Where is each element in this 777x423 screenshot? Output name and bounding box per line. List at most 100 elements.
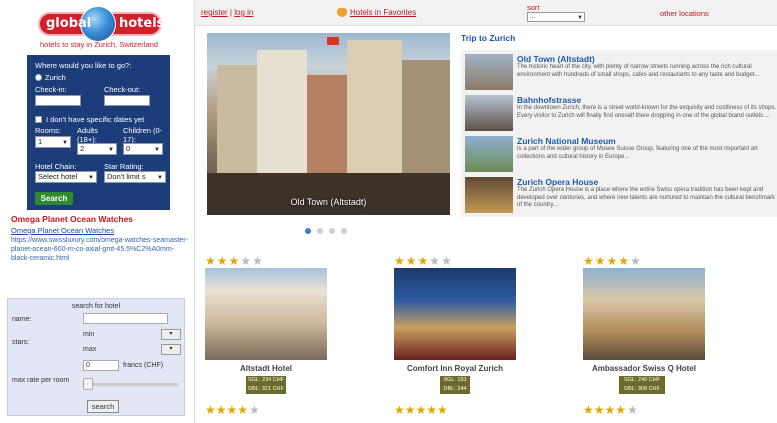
trip-item[interactable]: Zurich National Museum Is a part of the … [465,134,775,172]
nodates-checkbox[interactable]: I don't have specific dates yet [35,115,144,124]
rating-select[interactable]: Don't limit s ▼ [104,171,166,183]
search-panel: Where would you like to go?: Zurich Chec… [27,55,170,210]
tagline: hotels to stay in Zurich, Switzerland [40,40,158,49]
login-link[interactable]: log in [234,8,253,17]
adults-select[interactable]: 2 ▼ [77,143,117,155]
slide-dot[interactable] [341,228,347,234]
slide-dot[interactable] [317,228,323,234]
filter-max-label: max [83,346,97,353]
star-icon: ★★★★★ [394,403,448,417]
trip-item[interactable]: Old Town (Altstadt) The historic heart o… [465,52,775,90]
filter-name-input[interactable] [83,313,168,324]
max-rate-input[interactable]: 0 [83,360,119,371]
building-shape [257,50,307,175]
radio-icon[interactable] [35,74,42,81]
hotel-price: SGL: 234 CHF DBL: 321 CHF [246,376,286,394]
star-icon: ★ [627,403,638,417]
chevron-down-icon: ▼ [88,175,94,181]
children-select[interactable]: 0 ▼ [123,143,163,155]
hotel-price: SGL: 240 CHF DBL: 309 CHF [619,376,665,394]
trip-item-desc: Is a part of the wider group of Musee Su… [517,146,758,160]
slide-dots [305,228,347,234]
star-rating: ★★★★★ [205,255,263,267]
double-price: DBL: 244 [443,386,467,392]
trip-item-name[interactable]: Zurich Opera House [517,177,598,187]
checkbox-icon[interactable] [35,116,42,123]
chevron-down-icon: ▼ [157,175,163,181]
hotel-name[interactable]: Comfort Inn Royal Zurich [394,364,516,373]
single-price: SGL: 153 [443,377,467,383]
star-icon: ★ [429,254,441,268]
other-locations-link[interactable]: other locations [660,9,709,18]
star-rating: ★★★★★ [583,404,638,416]
destination-radio[interactable]: Zurich [35,73,66,82]
rate-slider[interactable] [83,378,178,390]
slide-dot[interactable] [329,228,335,234]
chain-select[interactable]: Select hotel ▼ [35,171,97,183]
heart-icon [337,8,347,17]
link-separator: | [229,8,232,17]
chevron-down-icon: ▼ [154,147,160,153]
filter-search-button[interactable]: search [87,400,119,413]
trip-item-desc: The historic heart of the city, with ple… [517,64,760,78]
star-rating: ★★★★★ [394,255,452,267]
checkin-input[interactable] [35,95,81,106]
top-bar: register | log in Hotels in Favorites so… [195,0,777,26]
rooms-select[interactable]: 1 ▼ [35,136,71,148]
star-icon: ★ [618,254,630,268]
slider-thumb[interactable] [83,378,93,390]
hotel-name[interactable]: Ambassador Swiss Q Hotel [583,364,705,373]
trip-thumbnail[interactable] [465,177,513,213]
logo-word-global: global [46,16,92,31]
destination-question: Where would you like to go?: [35,61,132,70]
hotel-name[interactable]: Altstadt Hotel [205,364,327,373]
star-icon: ★ [583,254,594,268]
trip-item[interactable]: Bahnhofstrasse In the downtown Zurich, t… [465,93,776,131]
logo-word-hotels: hotels [119,16,165,31]
ad-link[interactable]: Omega Planet Ocean Watches [11,226,114,235]
chevron-down-icon: ▼ [108,147,114,153]
trip-item-name[interactable]: Old Town (Altstadt) [517,54,595,64]
hotel-photo[interactable] [394,268,516,360]
trip-item-name[interactable]: Bahnhofstrasse [517,95,581,105]
sort-select[interactable]: ... ▼ [527,12,585,22]
filter-stars-label: stars: [12,339,30,346]
sort-label: sort [527,3,540,12]
adults-value: 2 [80,144,85,153]
register-link[interactable]: register [201,8,228,17]
star-icon: ★ [606,254,618,268]
star-icon: ★ [594,254,606,268]
double-price: DBL: 321 CHF [248,386,284,392]
trip-thumbnail[interactable] [465,54,513,90]
checkout-input[interactable] [104,95,150,106]
max-stars-dropdown[interactable]: ▾ [161,344,181,355]
building-shape [347,40,402,175]
trip-item-name[interactable]: Zurich National Museum [517,136,616,146]
search-button[interactable]: Search [35,192,73,205]
single-price: SGL: 240 CHF [623,377,661,383]
hero-caption: Old Town (Altstadt) [290,197,367,207]
ad-title[interactable]: Omega Planet Ocean Watches [11,214,133,224]
favorites-link[interactable]: Hotels in Favorites [337,8,416,17]
account-links: register | log in [201,8,253,17]
max-rate-value: 0 [86,362,90,369]
street-shape [207,173,450,215]
slide-dot[interactable] [305,228,311,234]
star-icon: ★ [405,254,417,268]
rating-label: Star Rating: [104,162,144,171]
building-shape [402,60,450,175]
trip-thumbnail[interactable] [465,136,513,172]
star-rating: ★★★★★ [583,255,641,267]
chain-value: Select hotel [38,172,78,181]
trip-item[interactable]: Zurich Opera House The Zurich Opera Hous… [465,175,775,213]
hotel-photo[interactable] [205,268,327,360]
hotel-price: SGL: 153 DBL: 244 [440,376,470,394]
ad-url[interactable]: https://www.swissluxury.com/omega-watche… [11,236,191,263]
hotel-photo[interactable] [583,268,705,360]
nodates-label: I don't have specific dates yet [46,115,145,124]
star-rating: ★★★★★ [205,404,260,416]
hero-slideshow-image[interactable]: Old Town (Altstadt) [207,33,450,215]
min-stars-dropdown[interactable]: ▾ [161,329,181,340]
star-icon: ★ [249,403,260,417]
trip-thumbnail[interactable] [465,95,513,131]
